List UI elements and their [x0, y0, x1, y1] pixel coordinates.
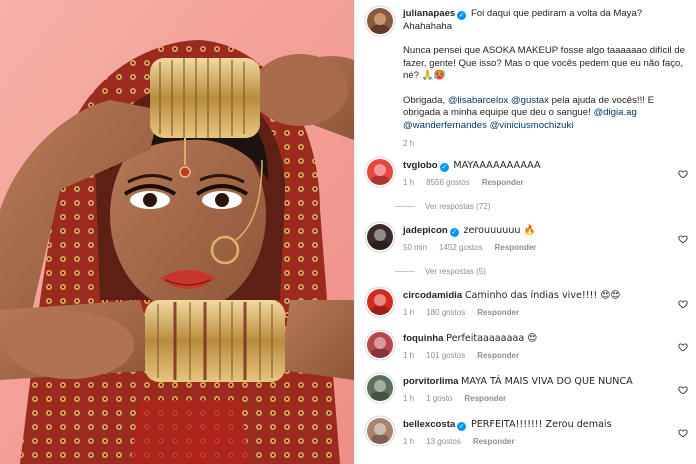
- verified-badge-icon: ✓: [457, 11, 467, 20]
- heart-outline-icon[interactable]: [678, 234, 688, 244]
- commenter-avatar-image: [371, 379, 389, 401]
- comment-text: Perfeitaaaaaaaa 😍: [446, 332, 538, 344]
- verified-badge-icon: ✓: [449, 227, 459, 237]
- reply-button[interactable]: Responder: [482, 178, 524, 187]
- comment-time[interactable]: 50 min: [403, 243, 427, 252]
- heart-outline-icon[interactable]: [678, 342, 688, 352]
- verified-badge-icon: ✓: [457, 421, 467, 431]
- commenter-avatar[interactable]: [367, 417, 393, 444]
- post-photo[interactable]: [0, 0, 354, 464]
- author-username[interactable]: julianapaes: [403, 8, 455, 19]
- comment-time[interactable]: 1 h: [403, 308, 414, 317]
- comment-item: foquinha Perfeitaaaaaaaa 😍 1 h 101 gostos R…: [355, 331, 696, 363]
- comment-likes[interactable]: 1452 gostos: [439, 243, 483, 252]
- reply-button[interactable]: Responder: [473, 437, 515, 446]
- mention-link[interactable]: @wanderfernandes: [403, 120, 487, 131]
- comments-list: tvglobo ✓ MAYAAAAAAAAAA 1 h 8556 gostos Resp…: [355, 158, 696, 449]
- view-replies-button[interactable]: Ver respostas (72): [355, 202, 696, 211]
- comment-item: tvglobo ✓ MAYAAAAAAAAAA 1 h 8556 gostos Resp…: [355, 158, 696, 190]
- reply-button[interactable]: Responder: [477, 308, 519, 317]
- commenter-avatar-image: [371, 293, 389, 315]
- mention-link[interactable]: @viniciusmochizuki: [490, 120, 574, 131]
- comment-likes[interactable]: 8556 gostos: [426, 178, 470, 187]
- commenter-avatar[interactable]: [367, 374, 393, 401]
- photo-illustration: [0, 0, 354, 464]
- comment-text: Caminho das índias vive!!!! 😍😍: [464, 289, 621, 301]
- comment-likes[interactable]: 1 gosto: [426, 394, 452, 403]
- commenter-username[interactable]: tvglobo: [403, 160, 438, 171]
- author-avatar[interactable]: [367, 8, 393, 34]
- reply-button[interactable]: Responder: [477, 351, 519, 360]
- comment-item: circodamidia Caminho das índias vive!!!!…: [355, 288, 696, 320]
- mention-link[interactable]: @lisabarcelox: [448, 95, 508, 106]
- comment-text: MAYAAAAAAAAAA: [453, 159, 541, 171]
- caption-line-2: Nunca pensei que ASOKA MAKEUP fosse algo…: [403, 45, 685, 81]
- comment-likes[interactable]: 101 gostos: [426, 351, 465, 360]
- commenter-username[interactable]: foquinha: [403, 333, 444, 344]
- commenter-username[interactable]: jadepicon: [403, 225, 448, 236]
- commenter-avatar[interactable]: [367, 223, 393, 250]
- post-caption: julianapaes ✓ Foi daqui que pediram a vol…: [355, 0, 696, 151]
- comment-time[interactable]: 1 h: [403, 178, 414, 187]
- comment-time[interactable]: 1 h: [403, 437, 414, 446]
- comment-likes[interactable]: 180 gostos: [426, 308, 465, 317]
- commenter-avatar-image: [371, 422, 389, 444]
- mention-link[interactable]: @gustax: [511, 95, 549, 106]
- commenter-username[interactable]: porvitorlima: [403, 376, 458, 387]
- commenter-avatar[interactable]: [367, 331, 393, 358]
- commenter-avatar-image: [371, 228, 389, 250]
- view-replies-button[interactable]: Ver respostas (5): [355, 267, 696, 276]
- commenter-avatar[interactable]: [367, 288, 393, 315]
- author-avatar-image: [371, 13, 389, 34]
- verified-badge-icon: ✓: [439, 162, 449, 172]
- comment-likes[interactable]: 13 gostos: [426, 437, 461, 446]
- commenter-username[interactable]: circodamidia: [403, 290, 462, 301]
- view-replies-label: Ver respostas (72): [425, 201, 491, 211]
- heart-outline-icon[interactable]: [678, 169, 688, 179]
- comments-panel: julianapaes ✓ Foi daqui que pediram a vol…: [354, 0, 696, 464]
- comment-text: MAYA TÁ MAIS VIVA DO QUE NUNCA: [461, 375, 633, 387]
- comment-text: PERFEITA!!!!!!! Zerou demais: [470, 418, 612, 430]
- replies-divider: [395, 270, 415, 272]
- reply-button[interactable]: Responder: [495, 243, 537, 252]
- heart-outline-icon[interactable]: [678, 428, 688, 438]
- commenter-avatar-image: [371, 336, 389, 358]
- comment-time[interactable]: 1 h: [403, 351, 414, 360]
- comment-item: porvitorlima MAYA TÁ MAIS VIVA DO QUE NU…: [355, 374, 696, 406]
- commenter-avatar-image: [371, 163, 389, 185]
- reply-button[interactable]: Responder: [464, 394, 506, 403]
- comment-item: jadepicon ✓ zerouuuuuu 🔥 50 min 1452 gostos…: [355, 223, 696, 255]
- heart-outline-icon[interactable]: [678, 385, 688, 395]
- comment-item: bellexcosta ✓ PERFEITA!!!!!!! Zerou demai…: [355, 417, 696, 449]
- post-time[interactable]: 2 h: [403, 139, 414, 148]
- commenter-avatar[interactable]: [367, 158, 393, 185]
- caption-line-3-pre: Obrigada,: [403, 94, 446, 106]
- view-replies-label: Ver respostas (5): [425, 266, 486, 276]
- commenter-username[interactable]: bellexcosta: [403, 419, 455, 430]
- replies-divider: [395, 205, 415, 207]
- instagram-post-view: julianapaes ✓ Foi daqui que pediram a vol…: [0, 0, 696, 464]
- comment-text: zerouuuuuu 🔥: [463, 224, 536, 236]
- comment-time[interactable]: 1 h: [403, 394, 414, 403]
- heart-outline-icon[interactable]: [678, 299, 688, 309]
- mention-link[interactable]: @digia.ag: [593, 107, 636, 118]
